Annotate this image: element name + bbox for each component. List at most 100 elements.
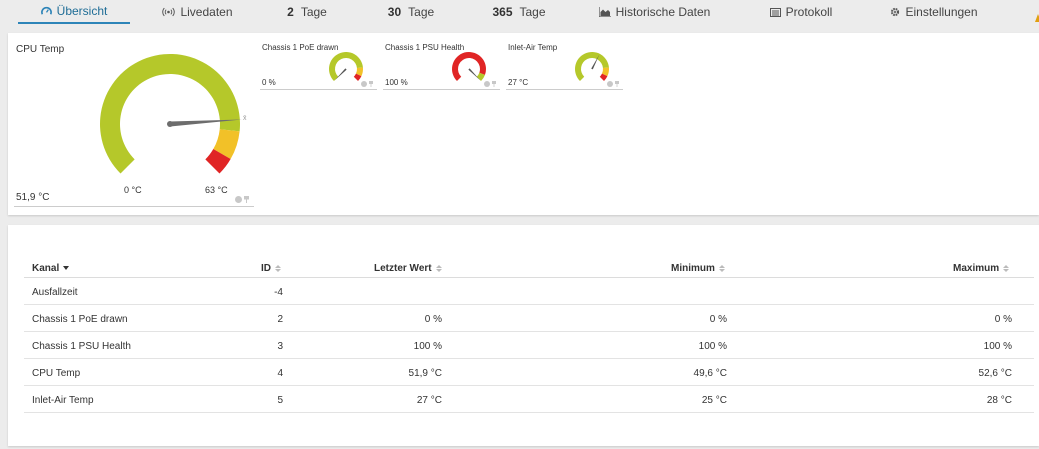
table-row[interactable]: Chassis 1 PoE drawn 2 0 % 0 % 0 % [24,305,1034,332]
tab-label: Einstellungen [905,5,978,19]
log-list-icon [769,7,781,17]
gauge-poe[interactable] [328,51,370,85]
gauge-title-cpu-temp: CPU Temp [16,44,65,55]
tab-einstellungen[interactable]: Einstellungen [882,0,986,24]
tab-number: 30 [387,5,402,19]
gauge-settings-icon[interactable] [484,81,490,87]
tab-historische-daten[interactable]: Historische Daten [592,0,717,24]
gauge-cpu-temp[interactable]: x̄ [100,54,260,178]
gauge-title-inlet: Inlet-Air Temp [508,43,558,52]
table-row[interactable]: Inlet-Air Temp 5 27 °C 25 °C 28 °C [24,386,1034,413]
tab-label: Protokoll [785,5,833,19]
sort-icon [718,264,725,272]
column-header-letzter-wert[interactable]: Letzter Wert [374,262,442,274]
gauge-underline [506,89,623,90]
tab-30-tage[interactable]: 30 Tage [376,0,446,24]
column-header-minimum[interactable]: Minimum [671,262,725,274]
sort-icon [275,264,281,272]
cell-minimum: 25 °C [701,395,727,406]
tab-label: Historische Daten [615,5,711,19]
gauge-settings-icon[interactable] [235,196,242,203]
gauge-value-inlet: 27 °C [508,78,529,87]
tab-365-tage[interactable]: 365 Tage [484,0,554,24]
tab-label: Livedaten [180,5,233,19]
tab-label: Tage [519,5,546,19]
cell-letzter-wert: 100 % [413,341,442,352]
gauge-tools [235,196,249,203]
cell-kanal[interactable]: Chassis 1 PSU Health [32,341,131,352]
gauge-tools [607,81,619,87]
column-header-label: Letzter Wert [374,262,432,274]
table-row[interactable]: Ausfallzeit -4 [24,278,1034,305]
gauge-underline [14,206,254,207]
table-row[interactable]: Chassis 1 PSU Health 3 100 % 100 % 100 % [24,332,1034,359]
table-row[interactable]: CPU Temp 4 51,9 °C 49,6 °C 52,6 °C [24,359,1034,386]
column-header-maximum[interactable]: Maximum [953,262,1010,274]
cell-minimum: 100 % [698,341,727,352]
gauge-needle-hub [167,121,173,127]
gauge-icon [40,6,52,17]
cell-minimum: 49,6 °C [693,368,727,379]
tab-number: 365 [492,5,513,19]
gauge-underline [260,89,377,90]
gauge-pin-icon[interactable] [369,81,373,87]
gear-icon [890,7,900,17]
gauge-needle [468,68,481,81]
gauge-pin-icon[interactable] [244,196,249,203]
tab-uebersicht[interactable]: Übersicht [18,0,130,24]
column-header-label: ID [261,262,271,274]
gauge-min-label: 0 °C [124,185,142,195]
gauge-max-label: 63 °C [205,185,228,195]
cell-maximum: 28 °C [986,395,1012,406]
sort-desc-icon [63,266,70,270]
cell-maximum: 100 % [983,341,1012,352]
gauge-value-poe: 0 % [262,78,276,87]
tab-2-tage[interactable]: 2 Tage [272,0,342,24]
column-header-label: Kanal [32,262,60,274]
gauge-tools [484,81,496,87]
gauge-underline [383,89,500,90]
gauge-inlet[interactable] [574,51,616,85]
gauge-needle [334,68,347,81]
cell-id: 4 [277,368,283,379]
alert-icon[interactable] [1035,9,1039,22]
live-signal-icon [162,7,176,17]
cell-letzter-wert: 0 % [424,314,442,325]
tab-label: Übersicht [56,4,108,18]
cell-id: 3 [277,341,283,352]
gauge-max-marker: x̄ [243,115,247,122]
cell-kanal[interactable]: CPU Temp [32,368,80,379]
cell-id: -4 [274,287,283,298]
gauge-tools [361,81,373,87]
cell-maximum: 52,6 °C [978,368,1012,379]
column-header-label: Minimum [671,262,715,274]
column-header-id[interactable]: ID [261,262,281,274]
tab-number: 2 [287,5,294,19]
sort-icon [435,264,442,272]
column-header-kanal[interactable]: Kanal [32,262,70,274]
gauge-settings-icon[interactable] [607,81,613,87]
tab-label: Tage [300,5,327,19]
cell-id: 2 [277,314,283,325]
cell-kanal[interactable]: Ausfallzeit [32,287,78,298]
sort-icon [1003,264,1010,272]
cell-letzter-wert: 51,9 °C [408,368,442,379]
tab-bar: Übersicht Livedaten 2 Tage 30 Tage 365 T… [0,0,1039,30]
cell-letzter-wert: 27 °C [416,395,442,406]
column-header-label: Maximum [953,262,1000,274]
tab-protokoll[interactable]: Protokoll [762,0,840,24]
cell-kanal[interactable]: Chassis 1 PoE drawn [32,314,128,325]
tab-livedaten[interactable]: Livedaten [150,0,245,24]
area-chart-icon [598,7,611,17]
tab-label: Tage [408,5,435,19]
gauge-value-cpu-temp: 51,9 °C [16,192,50,203]
gauge-settings-icon[interactable] [361,81,367,87]
gauge-pin-icon[interactable] [492,81,496,87]
cell-id: 5 [277,395,283,406]
gauge-pin-icon[interactable] [615,81,619,87]
cell-maximum: 0 % [994,314,1012,325]
gauge-value-psu: 100 % [385,78,408,87]
cell-kanal[interactable]: Inlet-Air Temp [32,395,94,406]
gauge-psu[interactable] [451,51,493,85]
cell-minimum: 0 % [709,314,727,325]
